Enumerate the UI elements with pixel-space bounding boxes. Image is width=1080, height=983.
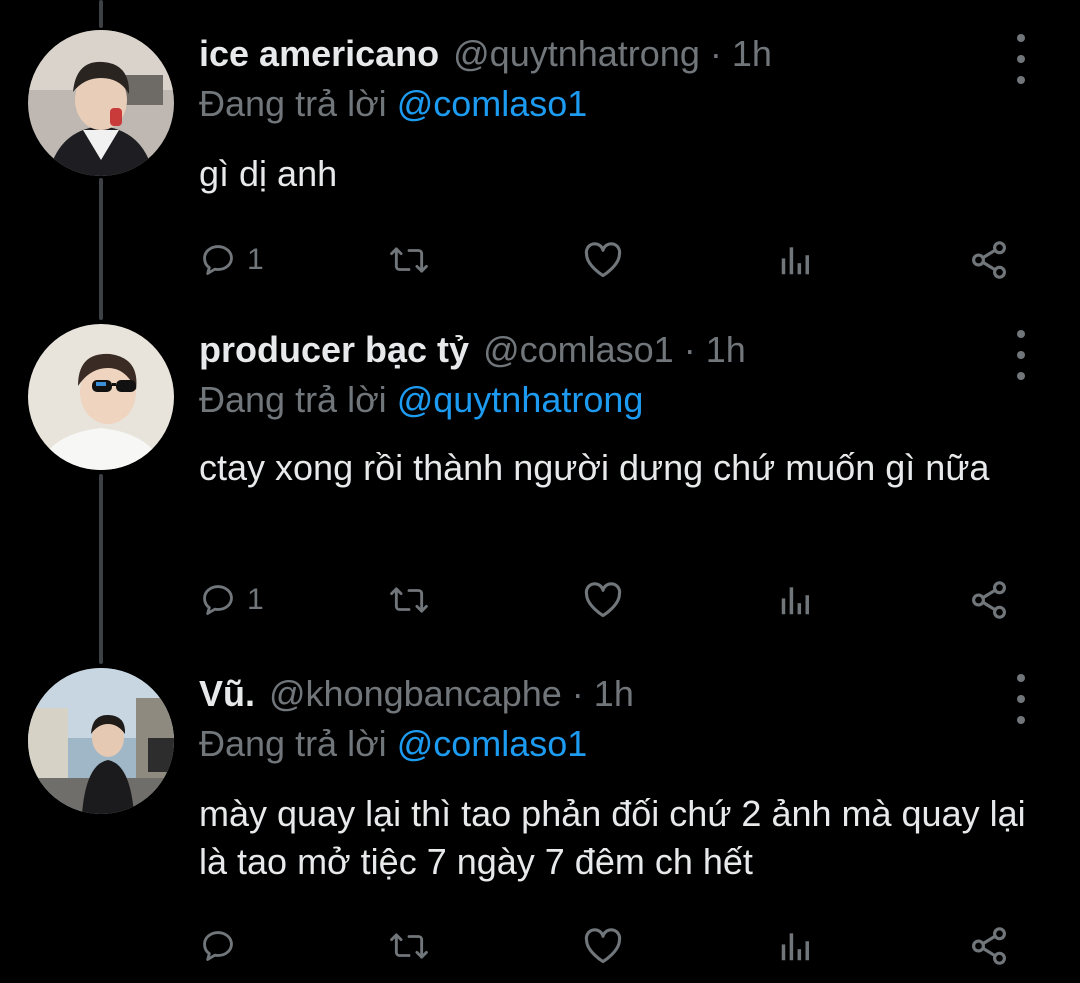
avatar[interactable]: [28, 668, 174, 814]
share-button[interactable]: [968, 232, 1010, 288]
timestamp[interactable]: 1h: [732, 26, 772, 82]
retweet-button[interactable]: [387, 918, 431, 974]
tweet[interactable]: Vũ. @khongbancaphe · 1h Đang trả lời @co…: [0, 666, 1080, 983]
thread-line-top: [99, 0, 103, 28]
retweet-icon: [390, 933, 428, 959]
user-handle[interactable]: @khongbancaphe: [269, 666, 562, 722]
share-icon: [972, 581, 1006, 619]
replying-prefix: Đang trả lời: [199, 83, 387, 124]
more-options-button[interactable]: [1004, 674, 1038, 724]
like-icon: [584, 242, 622, 278]
more-icon: [1017, 34, 1025, 42]
reply-button[interactable]: [199, 918, 247, 974]
tweet-header: Vũ. @khongbancaphe · 1h: [199, 666, 634, 722]
analytics-button[interactable]: [777, 918, 815, 974]
reply-icon: [203, 931, 233, 961]
user-handle[interactable]: @comlaso1: [483, 322, 674, 378]
tweet-actions: 1: [0, 232, 1080, 288]
replying-mention[interactable]: @comlaso1: [397, 723, 588, 764]
tweet-text: ctay xong rồi thành người dưng chứ muốn …: [199, 447, 990, 488]
tweet-text: gì dị anh: [199, 153, 338, 194]
reply-count: 1: [247, 243, 264, 276]
more-options-button[interactable]: [1004, 34, 1038, 84]
tweet-header: ice americano @quytnhatrong · 1h: [199, 26, 772, 82]
timestamp[interactable]: 1h: [594, 666, 634, 722]
analytics-icon: [781, 587, 809, 615]
replying-to: Đang trả lời @comlaso1: [199, 76, 587, 132]
user-handle[interactable]: @quytnhatrong: [453, 26, 700, 82]
like-icon: [584, 582, 622, 618]
display-name[interactable]: ice americano: [199, 26, 439, 82]
separator: ·: [571, 673, 584, 714]
share-icon: [972, 927, 1006, 965]
reply-button[interactable]: 1: [199, 232, 264, 288]
retweet-icon: [390, 247, 428, 273]
timestamp[interactable]: 1h: [706, 322, 746, 378]
analytics-button[interactable]: [777, 572, 815, 628]
replying-mention[interactable]: @quytnhatrong: [397, 379, 644, 420]
tweet-actions: 1: [0, 572, 1080, 628]
like-button[interactable]: [582, 918, 624, 974]
more-icon: [1017, 330, 1025, 338]
analytics-button[interactable]: [777, 232, 815, 288]
reply-button[interactable]: 1: [199, 572, 264, 628]
tweet-actions: [0, 918, 1080, 974]
like-button[interactable]: [582, 232, 624, 288]
reply-count: 1: [247, 583, 264, 616]
retweet-button[interactable]: [387, 572, 431, 628]
analytics-icon: [781, 933, 809, 961]
more-icon: [1017, 674, 1025, 682]
like-icon: [584, 928, 622, 964]
retweet-button[interactable]: [387, 232, 431, 288]
more-options-button[interactable]: [1004, 330, 1038, 380]
replying-mention[interactable]: @comlaso1: [397, 83, 588, 124]
separator: ·: [709, 33, 722, 74]
reply-icon: [203, 245, 233, 275]
share-button[interactable]: [968, 572, 1010, 628]
tweet-header: producer bạc tỷ @comlaso1 · 1h: [199, 322, 746, 378]
separator: ·: [683, 329, 696, 370]
tweet[interactable]: producer bạc tỷ @comlaso1 · 1h Đang trả …: [0, 322, 1080, 652]
display-name[interactable]: producer bạc tỷ: [199, 322, 469, 378]
retweet-icon: [390, 587, 428, 613]
share-button[interactable]: [968, 918, 1010, 974]
avatar[interactable]: [28, 324, 174, 470]
avatar[interactable]: [28, 30, 174, 176]
replying-prefix: Đang trả lời: [199, 723, 387, 764]
reply-icon: [203, 585, 233, 615]
analytics-icon: [781, 247, 809, 275]
tweet-text: mày quay lại thì tao phản đối chứ 2 ảnh …: [199, 793, 1026, 882]
replying-prefix: Đang trả lời: [199, 379, 387, 420]
tweet[interactable]: ice americano @quytnhatrong · 1h Đang tr…: [0, 26, 1080, 296]
replying-to: Đang trả lời @quytnhatrong: [199, 372, 643, 428]
share-icon: [972, 241, 1006, 279]
like-button[interactable]: [582, 572, 624, 628]
replying-to: Đang trả lời @comlaso1: [199, 716, 587, 772]
display-name[interactable]: Vũ.: [199, 666, 255, 722]
